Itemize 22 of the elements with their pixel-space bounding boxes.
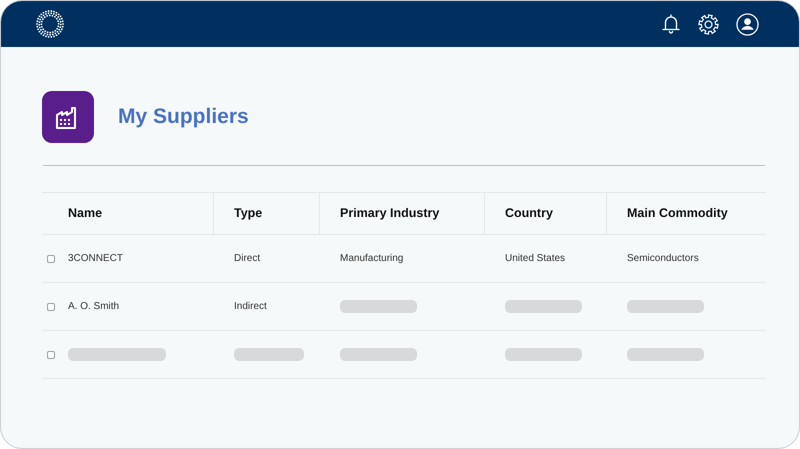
row-checkbox[interactable] <box>47 302 55 310</box>
table-cell-text: 3CONNECT <box>68 252 124 266</box>
factory-icon <box>42 91 94 143</box>
table-cell-text: Indirect <box>234 300 267 314</box>
column-header: Country <box>484 192 606 235</box>
table-cell-text: United States <box>505 252 566 266</box>
column-header: Name <box>63 192 213 235</box>
profile-icon[interactable] <box>736 12 759 36</box>
notification-icon[interactable] <box>661 13 681 35</box>
settings-icon[interactable] <box>697 12 720 36</box>
table-cell-text: Manufacturing <box>340 252 404 266</box>
table-cell-text: A. O. Smith <box>68 300 120 314</box>
column-header: Primary Industry <box>319 192 484 235</box>
logo-icon <box>35 9 65 39</box>
page-title: My Suppliers <box>118 104 249 130</box>
table-cell-text: Direct <box>234 252 260 266</box>
column-header: Type <box>213 192 319 235</box>
row-checkbox[interactable] <box>47 350 55 358</box>
row-checkbox[interactable] <box>47 254 55 262</box>
column-header: Main Commodity <box>606 192 766 235</box>
table-cell-text: Semiconductors <box>627 252 699 266</box>
loading-placeholder <box>234 348 304 361</box>
